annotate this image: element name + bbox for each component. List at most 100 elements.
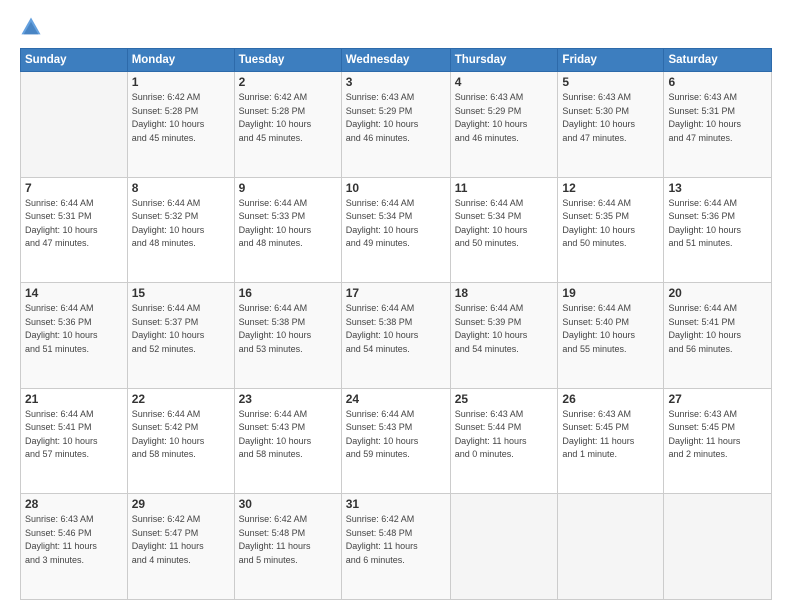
day-cell: 13 Sunrise: 6:44 AM Sunset: 5:36 PM Dayli…: [664, 177, 772, 283]
day-info: Sunrise: 6:44 AM Sunset: 5:32 PM Dayligh…: [132, 197, 230, 251]
day-cell: 1 Sunrise: 6:42 AM Sunset: 5:28 PM Daylig…: [127, 72, 234, 178]
logo-icon: [20, 16, 42, 38]
day-info: Sunrise: 6:44 AM Sunset: 5:41 PM Dayligh…: [668, 302, 767, 356]
day-cell: 4Sunrise: 6:43 AM Sunset: 5:29 PM Daylig…: [450, 72, 558, 178]
week-row-2: 14Sunrise: 6:44 AM Sunset: 5:36 PM Dayli…: [21, 283, 772, 389]
day-cell: 10 Sunrise: 6:44 AM Sunset: 5:34 PM Dayli…: [341, 177, 450, 283]
day-cell: 2Sunrise: 6:42 AM Sunset: 5:28 PM Daylig…: [234, 72, 341, 178]
header-row: SundayMondayTuesdayWednesdayThursdayFrid…: [21, 49, 772, 72]
day-info: Sunrise: 6:44 AM Sunset: 5:38 PM Dayligh…: [239, 302, 337, 356]
day-cell: 14Sunrise: 6:44 AM Sunset: 5:36 PM Dayli…: [21, 283, 128, 389]
day-number: 31: [346, 497, 446, 511]
day-cell: 28 Sunrise: 6:43 AM Sunset: 5:46 PM Dayli…: [21, 494, 128, 600]
day-info: Sunrise: 6:43 AM Sunset: 5:45 PM Dayligh…: [668, 408, 767, 462]
week-row-3: 21 Sunrise: 6:44 AM Sunset: 5:41 PM Dayli…: [21, 388, 772, 494]
day-cell: 12 Sunrise: 6:44 AM Sunset: 5:35 PM Dayli…: [558, 177, 664, 283]
day-number: 23: [239, 392, 337, 406]
day-number: 9: [239, 181, 337, 195]
day-number: 14: [25, 286, 123, 300]
day-cell: 8 Sunrise: 6:44 AM Sunset: 5:32 PM Daylig…: [127, 177, 234, 283]
day-number: 6: [668, 75, 767, 89]
header-day-friday: Friday: [558, 49, 664, 72]
day-number: 5: [562, 75, 659, 89]
day-number: 30: [239, 497, 337, 511]
day-info: Sunrise: 6:44 AM Sunset: 5:31 PM Dayligh…: [25, 197, 123, 251]
day-cell: 9 Sunrise: 6:44 AM Sunset: 5:33 PM Daylig…: [234, 177, 341, 283]
day-number: 25: [455, 392, 554, 406]
day-cell: 29 Sunrise: 6:42 AM Sunset: 5:47 PM Dayli…: [127, 494, 234, 600]
day-info: Sunrise: 6:44 AM Sunset: 5:34 PM Dayligh…: [455, 197, 554, 251]
day-cell: 11 Sunrise: 6:44 AM Sunset: 5:34 PM Dayli…: [450, 177, 558, 283]
day-number: 27: [668, 392, 767, 406]
day-info: Sunrise: 6:43 AM Sunset: 5:30 PM Dayligh…: [562, 91, 659, 145]
day-info: Sunrise: 6:42 AM Sunset: 5:28 PM Dayligh…: [239, 91, 337, 145]
day-cell: 7 Sunrise: 6:44 AM Sunset: 5:31 PM Daylig…: [21, 177, 128, 283]
day-number: 18: [455, 286, 554, 300]
day-number: 13: [668, 181, 767, 195]
day-cell: 26Sunrise: 6:43 AM Sunset: 5:45 PM Dayli…: [558, 388, 664, 494]
day-cell: 5 Sunrise: 6:43 AM Sunset: 5:30 PM Daylig…: [558, 72, 664, 178]
day-number: 17: [346, 286, 446, 300]
day-cell: [664, 494, 772, 600]
day-info: Sunrise: 6:44 AM Sunset: 5:40 PM Dayligh…: [562, 302, 659, 356]
week-row-4: 28 Sunrise: 6:43 AM Sunset: 5:46 PM Dayli…: [21, 494, 772, 600]
header-day-thursday: Thursday: [450, 49, 558, 72]
day-cell: 15Sunrise: 6:44 AM Sunset: 5:37 PM Dayli…: [127, 283, 234, 389]
day-info: Sunrise: 6:44 AM Sunset: 5:41 PM Dayligh…: [25, 408, 123, 462]
day-number: 12: [562, 181, 659, 195]
header-day-saturday: Saturday: [664, 49, 772, 72]
day-info: Sunrise: 6:42 AM Sunset: 5:47 PM Dayligh…: [132, 513, 230, 567]
week-row-1: 7 Sunrise: 6:44 AM Sunset: 5:31 PM Daylig…: [21, 177, 772, 283]
day-cell: 19Sunrise: 6:44 AM Sunset: 5:40 PM Dayli…: [558, 283, 664, 389]
day-cell: [21, 72, 128, 178]
header-day-tuesday: Tuesday: [234, 49, 341, 72]
day-number: 16: [239, 286, 337, 300]
day-number: 28: [25, 497, 123, 511]
day-cell: 27 Sunrise: 6:43 AM Sunset: 5:45 PM Dayli…: [664, 388, 772, 494]
day-number: 4: [455, 75, 554, 89]
day-cell: [558, 494, 664, 600]
calendar-header: SundayMondayTuesdayWednesdayThursdayFrid…: [21, 49, 772, 72]
day-cell: 21 Sunrise: 6:44 AM Sunset: 5:41 PM Dayli…: [21, 388, 128, 494]
header-day-monday: Monday: [127, 49, 234, 72]
day-cell: 16 Sunrise: 6:44 AM Sunset: 5:38 PM Dayli…: [234, 283, 341, 389]
day-info: Sunrise: 6:44 AM Sunset: 5:35 PM Dayligh…: [562, 197, 659, 251]
day-info: Sunrise: 6:44 AM Sunset: 5:42 PM Dayligh…: [132, 408, 230, 462]
day-info: Sunrise: 6:44 AM Sunset: 5:34 PM Dayligh…: [346, 197, 446, 251]
day-number: 11: [455, 181, 554, 195]
day-info: Sunrise: 6:44 AM Sunset: 5:36 PM Dayligh…: [668, 197, 767, 251]
day-number: 29: [132, 497, 230, 511]
day-info: Sunrise: 6:43 AM Sunset: 5:46 PM Dayligh…: [25, 513, 123, 567]
day-number: 26: [562, 392, 659, 406]
day-info: Sunrise: 6:42 AM Sunset: 5:48 PM Dayligh…: [346, 513, 446, 567]
day-cell: 25 Sunrise: 6:43 AM Sunset: 5:44 PM Dayli…: [450, 388, 558, 494]
day-number: 22: [132, 392, 230, 406]
header-day-sunday: Sunday: [21, 49, 128, 72]
day-number: 24: [346, 392, 446, 406]
day-cell: 3Sunrise: 6:43 AM Sunset: 5:29 PM Daylig…: [341, 72, 450, 178]
day-number: 7: [25, 181, 123, 195]
day-info: Sunrise: 6:44 AM Sunset: 5:33 PM Dayligh…: [239, 197, 337, 251]
day-info: Sunrise: 6:42 AM Sunset: 5:28 PM Dayligh…: [132, 91, 230, 145]
day-info: Sunrise: 6:43 AM Sunset: 5:44 PM Dayligh…: [455, 408, 554, 462]
day-cell: 6 Sunrise: 6:43 AM Sunset: 5:31 PM Daylig…: [664, 72, 772, 178]
day-cell: 20 Sunrise: 6:44 AM Sunset: 5:41 PM Dayli…: [664, 283, 772, 389]
calendar-body: 1 Sunrise: 6:42 AM Sunset: 5:28 PM Daylig…: [21, 72, 772, 600]
day-number: 8: [132, 181, 230, 195]
day-number: 21: [25, 392, 123, 406]
logo: [20, 16, 46, 38]
day-number: 1: [132, 75, 230, 89]
day-info: Sunrise: 6:44 AM Sunset: 5:43 PM Dayligh…: [239, 408, 337, 462]
day-cell: 31 Sunrise: 6:42 AM Sunset: 5:48 PM Dayli…: [341, 494, 450, 600]
day-info: Sunrise: 6:44 AM Sunset: 5:43 PM Dayligh…: [346, 408, 446, 462]
day-number: 10: [346, 181, 446, 195]
day-info: Sunrise: 6:43 AM Sunset: 5:31 PM Dayligh…: [668, 91, 767, 145]
day-cell: 18 Sunrise: 6:44 AM Sunset: 5:39 PM Dayli…: [450, 283, 558, 389]
day-info: Sunrise: 6:43 AM Sunset: 5:29 PM Dayligh…: [346, 91, 446, 145]
day-number: 20: [668, 286, 767, 300]
day-cell: 24 Sunrise: 6:44 AM Sunset: 5:43 PM Dayli…: [341, 388, 450, 494]
day-cell: 30 Sunrise: 6:42 AM Sunset: 5:48 PM Dayli…: [234, 494, 341, 600]
day-info: Sunrise: 6:44 AM Sunset: 5:39 PM Dayligh…: [455, 302, 554, 356]
day-info: Sunrise: 6:42 AM Sunset: 5:48 PM Dayligh…: [239, 513, 337, 567]
day-cell: 22 Sunrise: 6:44 AM Sunset: 5:42 PM Dayli…: [127, 388, 234, 494]
